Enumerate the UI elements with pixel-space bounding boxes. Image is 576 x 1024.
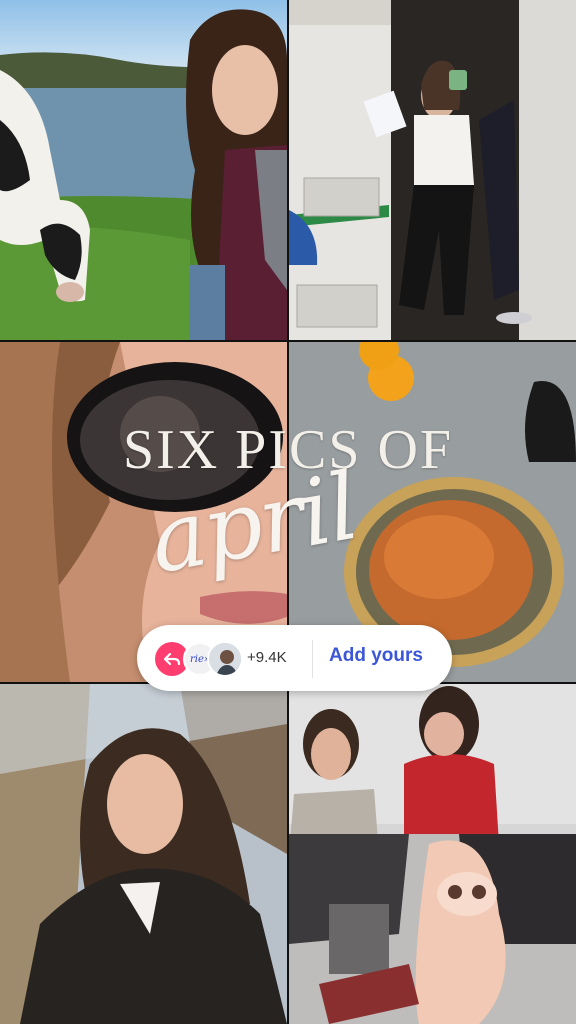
share-arrow-icon — [163, 652, 181, 666]
photo-leather-jacket — [0, 684, 287, 1024]
photo-makeup-room — [289, 684, 576, 1024]
add-yours-button[interactable]: Add yours — [329, 645, 423, 667]
photo-lake-cow — [0, 0, 287, 340]
avatar — [207, 641, 243, 677]
divider — [312, 640, 313, 678]
photo-trailer-door — [289, 0, 576, 340]
participant-count: +9.4K — [247, 649, 287, 666]
